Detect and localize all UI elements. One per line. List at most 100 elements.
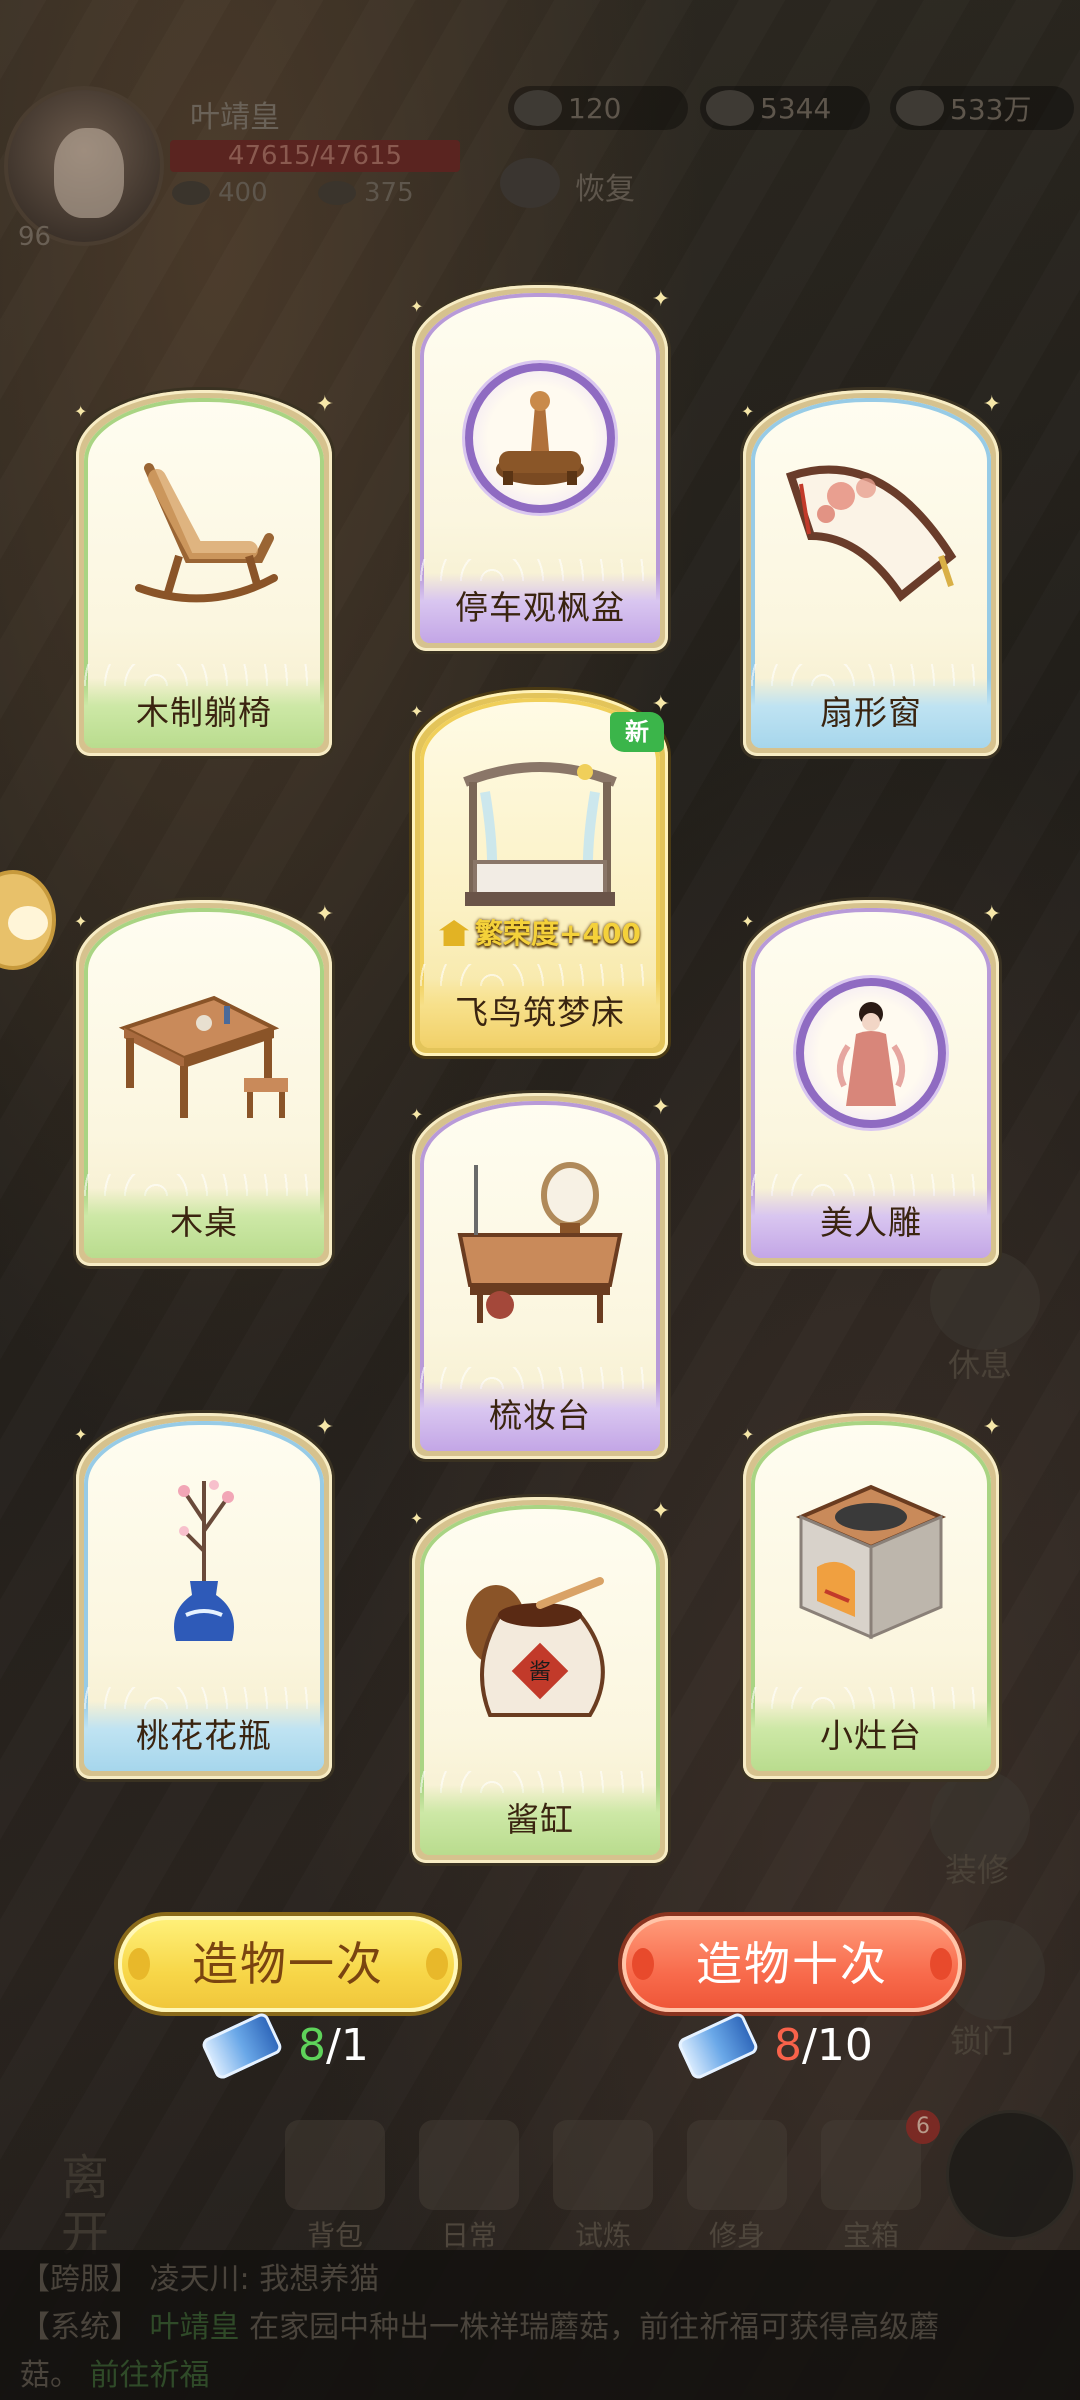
nav-trial: 试炼 [548, 2120, 658, 2254]
button-ornament-left [632, 1948, 654, 1980]
resource-silver: 5344 [700, 86, 870, 130]
dressing-table-art [457, 1162, 623, 1323]
draw-ten-cost: 8/10 [676, 2010, 873, 2081]
reward-card-maple-bonsai[interactable]: 停车观枫盆 ✦ ✦ [410, 285, 670, 651]
card-label: 扇形窗 [820, 693, 922, 732]
bird-ornament-icon: ✦ [315, 1415, 334, 1440]
svg-text:酱: 酱 [529, 1660, 551, 1685]
star-ornament-icon: ✦ [74, 402, 88, 421]
nav-daily: 日常 [414, 2120, 524, 2254]
item-portrait-frame [796, 978, 946, 1128]
chat-line: 菇。 前往祈福 [20, 2358, 210, 2393]
bird-ornament-icon: ✦ [982, 902, 1001, 927]
expand-menu-button [946, 2110, 1076, 2240]
recover-label: 恢复 [575, 172, 635, 207]
bag-icon [285, 2120, 385, 2210]
card-label: 桃花花瓶 [136, 1716, 272, 1755]
nav-bag: 背包 [280, 2120, 390, 2254]
card-label: 小灶台 [820, 1716, 922, 1755]
reward-card-bird-dream-bed[interactable]: 繁荣度+400 飞鸟筑梦床 新 ✦ ✦ [410, 690, 670, 1056]
reward-card-beauty-statue[interactable]: 美人雕 ✦ ✦ [741, 900, 1001, 1266]
card-label: 酱缸 [506, 1800, 574, 1839]
peach-vase-art [174, 1480, 234, 1641]
rest-label: 休息 [948, 1346, 1013, 1384]
card-label: 木桌 [170, 1203, 238, 1242]
leave-button: 离开 [60, 2150, 109, 2262]
reward-card-sauce-jar[interactable]: 酱 酱缸 ✦ ✦ [410, 1497, 670, 1863]
chest-icon [821, 2120, 921, 2210]
card-label: 停车观枫盆 [455, 588, 625, 627]
bird-dream-bed-art [463, 762, 617, 906]
star-ornament-icon: ✦ [74, 1425, 88, 1444]
beauty-statue-art [836, 1002, 906, 1106]
button-ornament-left [128, 1948, 150, 1980]
recover-icon [500, 158, 560, 208]
bun-icon [318, 181, 356, 205]
resource-coins: 533万 [890, 86, 1074, 130]
chat-feed: 【跨服】 凌天川: 我想养猫 【系统】 叶靖皇 在家园中种出一株祥瑞蘑菇，前往祈… [0, 2250, 1080, 2400]
bird-ornament-icon: ✦ [315, 392, 334, 417]
resource-energy: 120 [508, 86, 688, 130]
reward-card-small-stove[interactable]: 小灶台 ✦ ✦ [741, 1413, 1001, 1779]
star-ornament-icon: ✦ [741, 402, 755, 421]
bird-ornament-icon: ✦ [651, 1095, 670, 1120]
daily-icon [419, 2120, 519, 2210]
reward-card-fan-window[interactable]: 扇形窗 ✦ ✦ [741, 390, 1001, 756]
reward-card-wooden-recliner[interactable]: 木制躺椅 ✦ ✦ [74, 390, 334, 756]
card-label: 梳妆台 [489, 1396, 591, 1435]
maple-bonsai-art [496, 391, 584, 485]
player-name: 叶靖皇 [190, 100, 280, 135]
star-ornament-icon: ✦ [410, 702, 424, 721]
reward-card-wooden-table[interactable]: 木桌 ✦ ✦ [74, 900, 334, 1266]
prosperity-bonus: 繁荣度+400 [430, 912, 650, 952]
decorate-label: 装修 [945, 1851, 1010, 1889]
card-label: 木制躺椅 [136, 693, 272, 732]
sword-icon [553, 2120, 653, 2210]
card-label: 美人雕 [820, 1203, 922, 1242]
chat-line: 【跨服】 凌天川: 我想养猫 [20, 2262, 380, 2297]
wooden-recliner-art [135, 463, 278, 603]
star-ornament-icon: ✦ [410, 1509, 424, 1528]
bowl-icon [172, 181, 210, 205]
silver-ingot-icon [706, 90, 754, 126]
blueprint-scroll-icon [200, 2010, 284, 2081]
stat-b: 375 [318, 178, 414, 208]
wooden-table-art [118, 995, 288, 1118]
hp-bar: 47615/47615 [170, 140, 460, 172]
sauce-jar-art: 酱 [466, 1577, 605, 1717]
star-ornament-icon: ✦ [74, 912, 88, 931]
bird-ornament-icon: ✦ [315, 902, 334, 927]
player-level: 96 [18, 222, 52, 252]
star-ornament-icon: ✦ [741, 1425, 755, 1444]
chest-badge: 6 [906, 2110, 940, 2144]
pagoda-icon [439, 920, 470, 946]
nav-chest: 宝箱 [816, 2120, 926, 2254]
small-stove-art [795, 1484, 947, 1640]
blueprint-scroll-icon [676, 2010, 760, 2081]
bird-ornament-icon: ✦ [651, 692, 670, 717]
bird-ornament-icon: ✦ [982, 392, 1001, 417]
card-label: 飞鸟筑梦床 [455, 993, 625, 1032]
star-ornament-icon: ✦ [410, 1105, 424, 1124]
reward-card-dressing-table[interactable]: 梳妆台 ✦ ✦ [410, 1093, 670, 1459]
draw-once-cost: 8/1 [200, 2010, 369, 2081]
brush-icon [687, 2120, 787, 2210]
chat-icon [8, 906, 48, 940]
stat-a: 400 [172, 178, 268, 208]
bird-ornament-icon: ✦ [651, 287, 670, 312]
leaf-icon [514, 90, 562, 126]
fan-window-art [785, 465, 957, 602]
draw-ten-button[interactable]: 造物十次 [622, 1916, 962, 2012]
button-ornament-right [930, 1948, 952, 1980]
lock-door-label: 锁门 [950, 2022, 1015, 2060]
star-ornament-icon: ✦ [741, 912, 755, 931]
coin-icon [896, 90, 944, 126]
bird-ornament-icon: ✦ [651, 1499, 670, 1524]
reward-card-peach-vase[interactable]: 桃花花瓶 ✦ ✦ [74, 1413, 334, 1779]
draw-once-button[interactable]: 造物一次 [118, 1916, 458, 2012]
chat-line: 【系统】 叶靖皇 在家园中种出一株祥瑞蘑菇，前往祈福可获得高级蘑 [20, 2310, 940, 2345]
bird-ornament-icon: ✦ [982, 1415, 1001, 1440]
new-badge: 新 [610, 712, 664, 752]
nav-cultivate: 修身 [682, 2120, 792, 2254]
star-ornament-icon: ✦ [410, 297, 424, 316]
